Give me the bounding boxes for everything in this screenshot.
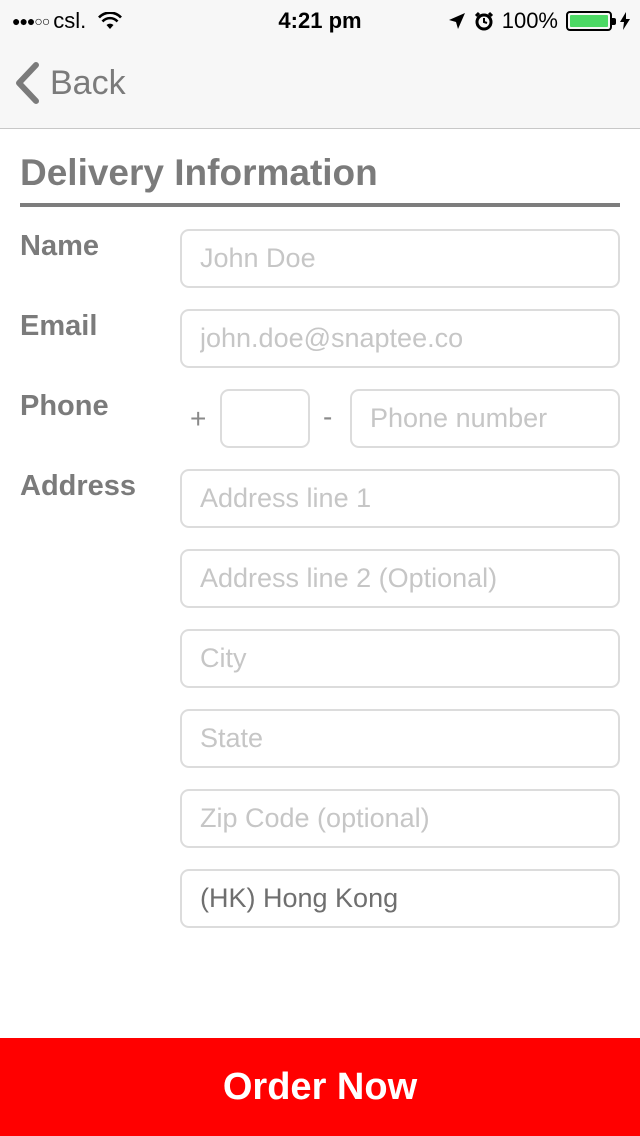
alarm-clock-icon: [474, 11, 494, 31]
location-arrow-icon: [448, 12, 466, 30]
battery-fill: [570, 15, 608, 27]
phone-number-input[interactable]: [350, 389, 620, 448]
name-label: Name: [20, 230, 99, 262]
email-label: Email: [20, 310, 98, 342]
phone-country-code-input[interactable]: [220, 389, 310, 448]
battery-percent: 100%: [501, 8, 558, 33]
back-label: Back: [50, 63, 126, 102]
phone-label: Phone: [20, 390, 109, 422]
address-line2-input[interactable]: [180, 549, 620, 608]
battery-tip: [612, 18, 616, 25]
country-select[interactable]: [180, 869, 620, 928]
email-input[interactable]: [180, 309, 620, 368]
back-button[interactable]: Back: [14, 62, 126, 104]
status-bar: ●●●○○ csl. 4:21 pm 100%: [0, 0, 640, 40]
section-divider: [20, 203, 620, 207]
address-line1-input[interactable]: [180, 469, 620, 528]
zip-code-input[interactable]: [180, 789, 620, 848]
order-now-label: Order Now: [222, 1065, 418, 1108]
battery-icon: [566, 11, 616, 31]
order-now-button[interactable]: Order Now: [0, 1038, 640, 1136]
phone-plus-sign: +: [190, 403, 207, 434]
state-input[interactable]: [180, 709, 620, 768]
charging-bolt-icon: [620, 12, 630, 30]
address-label: Address: [20, 470, 137, 502]
chevron-left-icon: [14, 62, 40, 104]
name-input[interactable]: [180, 229, 620, 288]
phone-dash: -: [323, 401, 333, 432]
city-input[interactable]: [180, 629, 620, 688]
navigation-bar: Back: [0, 40, 640, 129]
status-right: 100%: [448, 8, 630, 34]
section-title: Delivery Information: [20, 152, 378, 193]
